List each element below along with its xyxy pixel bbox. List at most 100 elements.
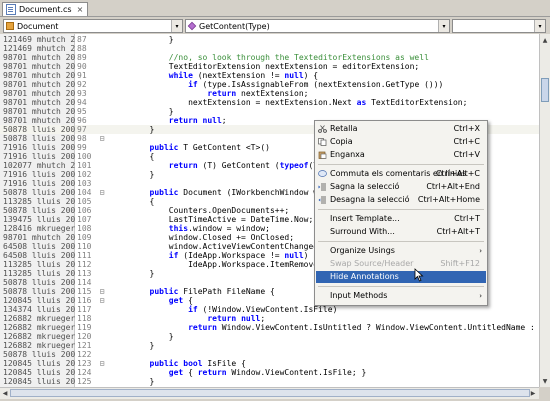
fold-margin[interactable]: ⊟ ⊟ ⊟ ⊟ ⊟ — [97, 34, 107, 387]
line-number: 118 — [77, 314, 92, 323]
code-text: } — [168, 332, 174, 341]
code-keyword: get — [168, 368, 184, 377]
menu-separator — [318, 164, 484, 165]
code-keyword: public — [149, 359, 179, 368]
fold-toggle-icon[interactable]: ⊟ — [97, 296, 107, 305]
horizontal-scroll-thumb[interactable] — [10, 389, 530, 397]
line-number: 103 — [77, 179, 92, 188]
line-number: 98 — [77, 134, 87, 143]
code-text: } — [149, 125, 155, 134]
scroll-up-icon[interactable]: ▲ — [540, 35, 550, 45]
code-text: (T) GetContent ( — [197, 161, 280, 170]
code-line: TextEditorExtension nextExtension = edit… — [107, 62, 539, 71]
close-tab-icon[interactable]: × — [77, 5, 84, 14]
fold-spacer — [97, 125, 107, 134]
line-number: 97 — [75, 125, 97, 134]
fold-toggle-icon[interactable]: ⊟ — [97, 359, 107, 368]
comment-icon — [318, 170, 327, 178]
code-text: } — [149, 377, 155, 386]
menu-item-label: Insert Template... — [330, 214, 400, 223]
menu-paste[interactable]: Enganxa Ctrl+V — [316, 149, 486, 161]
line-number: 104 — [77, 188, 92, 197]
chevron-down-icon[interactable]: ▾ — [171, 20, 182, 32]
annotation-entry: 121469 mhutch 2 — [3, 44, 76, 53]
menu-item-shortcut: Ctrl+Alt+C — [435, 169, 480, 178]
menu-input-methods[interactable]: Input Methods › — [316, 290, 486, 302]
code-keyword: typeof — [279, 161, 309, 170]
vertical-scroll-thumb[interactable] — [541, 78, 549, 102]
menu-item-label: Sagna la selecció — [330, 182, 400, 191]
menu-item-label: Input Methods — [330, 291, 388, 300]
class-selector-combo[interactable]: Document ▾ — [3, 19, 183, 33]
code-text: } — [149, 170, 155, 179]
code-line: return Window.ViewContent.IsUntitled ? W… — [107, 323, 539, 332]
menu-organize-usings[interactable]: Organize Usings › — [316, 245, 486, 257]
menu-item-shortcut: Ctrl+Alt+Home — [417, 195, 480, 204]
fold-toggle-icon[interactable]: ⊟ — [97, 134, 107, 143]
menu-insert-template[interactable]: Insert Template... Ctrl+T — [316, 213, 486, 225]
code-keyword: as — [356, 98, 367, 107]
scroll-left-icon[interactable]: ◀ — [0, 388, 10, 398]
region-selector-combo[interactable]: ▾ — [452, 19, 546, 33]
scroll-right-icon[interactable]: ▶ — [528, 388, 538, 398]
menu-indent[interactable]: Sagna la selecció Ctrl+Alt+End — [316, 181, 486, 193]
fold-toggle-icon[interactable]: ⊟ — [97, 188, 107, 197]
code-text: FilePath FileName { — [178, 287, 275, 296]
line-number-margin: 87 88 89 90 91 92 93 94 95 96 97 98 99 100 101 102 103 10… — [75, 34, 97, 387]
annotation-entry: 64508 lluis 200 — [3, 242, 76, 251]
code-text: nextExtension = nextExtension.Next — [188, 98, 357, 107]
annotation-entry: 98701 mhutch 20 — [3, 71, 76, 80]
line-number: 109 — [77, 233, 92, 242]
menu-item-label: Surround With... — [330, 227, 395, 236]
horizontal-scrollbar[interactable]: ◀ ▶ — [0, 387, 539, 399]
vertical-scrollbar[interactable]: ▲ ▼ — [539, 34, 550, 387]
code-keyword: null — [241, 314, 261, 323]
code-text: Counters.OpenDocuments++; — [168, 206, 290, 215]
chevron-down-icon[interactable]: ▾ — [438, 20, 449, 32]
code-text: nextExtension; — [236, 89, 309, 98]
scroll-down-icon[interactable]: ▼ — [540, 376, 550, 386]
tab-document-cs[interactable]: Document.cs × — [2, 2, 89, 16]
code-keyword: return — [207, 89, 237, 98]
menu-item-label: Hide Annotations — [330, 272, 399, 281]
line-number: 90 — [77, 62, 87, 71]
code-line: } — [107, 377, 539, 386]
fold-toggle-icon[interactable]: ⊟ — [97, 287, 107, 296]
annotation-margin: 121469 mhutch 2 121469 mhutch 2 98701 mhut… — [0, 34, 75, 387]
annotation-entry: 98701 mhutch 20 — [3, 98, 76, 107]
line-number: 116 — [77, 296, 92, 305]
menu-cut[interactable]: Retalla Ctrl+X — [316, 123, 486, 135]
code-line: return null; — [107, 314, 539, 323]
line-number: 125 — [77, 377, 92, 386]
annotation-entry: 50878 lluis 200 — [3, 188, 76, 197]
code-keyword: null — [202, 116, 222, 125]
menu-hide-annotations[interactable]: Hide Annotations — [316, 271, 486, 283]
chevron-down-icon[interactable]: ▾ — [534, 20, 545, 32]
line-number: 105 — [77, 197, 92, 206]
unindent-icon — [318, 196, 327, 204]
menu-unindent[interactable]: Desagna la selecció Ctrl+Alt+Home — [316, 194, 486, 206]
menu-surround-with[interactable]: Surround With... Ctrl+Alt+T — [316, 226, 486, 238]
line-number: 124 — [77, 368, 92, 377]
code-line: nextExtension = nextExtension.Next as Te… — [107, 98, 539, 107]
code-comment: //no, so look through the TexteditorExte… — [168, 53, 429, 62]
class-icon — [6, 22, 14, 30]
menu-copy[interactable]: Copia Ctrl+C — [316, 136, 486, 148]
indent-icon — [318, 183, 327, 191]
annotation-entry: 139475 lluis 20 — [3, 215, 76, 224]
menu-toggle-comment[interactable]: Commuta els comentaris en línies Ctrl+Alt… — [316, 168, 486, 180]
member-selector-combo[interactable]: GetContent(Type) ▾ — [185, 19, 450, 33]
line-number: 91 — [77, 71, 87, 80]
